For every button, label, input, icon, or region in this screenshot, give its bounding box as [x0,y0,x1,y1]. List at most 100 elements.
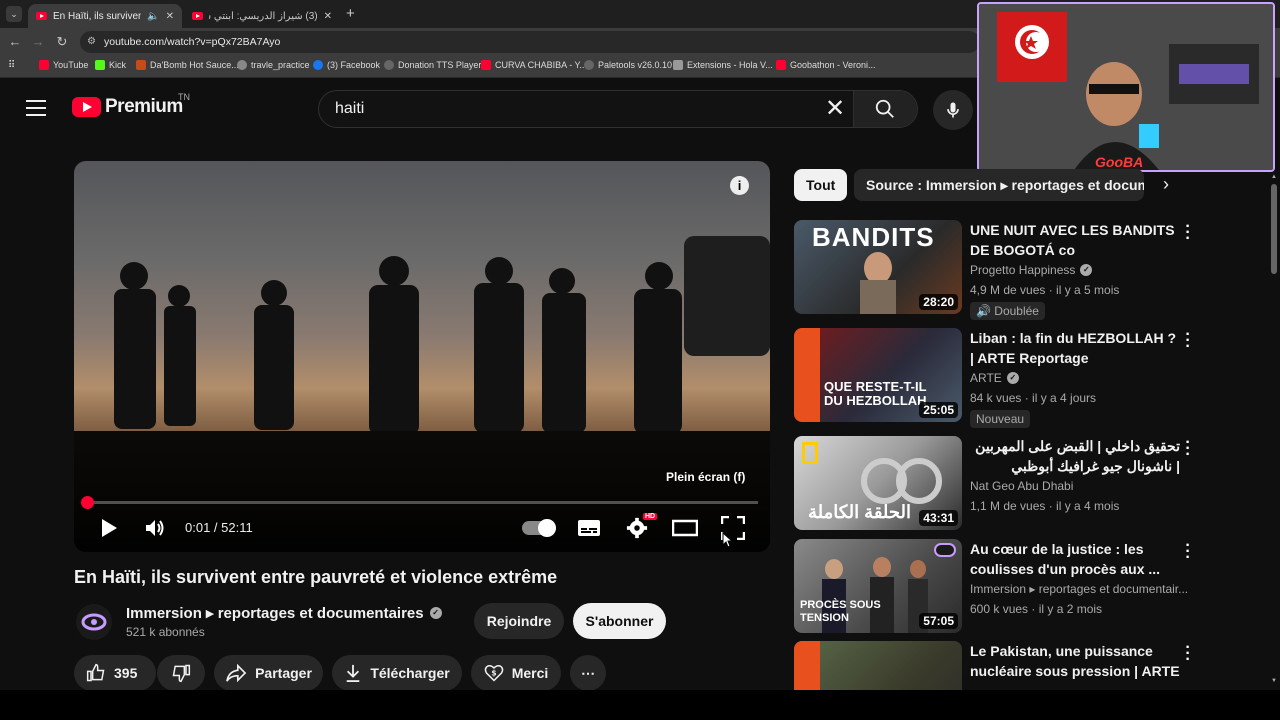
list-item[interactable]: Le Pakistan, une puissance nucléaire sou… [794,641,1204,690]
more-options-icon[interactable]: · · · [1182,641,1194,668]
scroll-down-icon[interactable]: ▼ [1271,678,1277,684]
immersion-logo-icon [81,613,107,631]
info-icon[interactable]: i [730,176,749,195]
play-icon[interactable] [100,518,118,538]
rec-title[interactable]: UNE NUIT AVEC LES BANDITS DE BOGOTÁ co [970,220,1180,260]
list-item[interactable]: QUE RESTE-T-IL DU HEZBOLLAH 25:05 Liban … [794,327,1204,428]
rec-channel-text: Progetto Happiness [970,263,1076,277]
scroll-thumb[interactable] [1271,184,1277,274]
tab-active[interactable]: En Haïti, ils survivent entre p 🔈 ✕ [28,4,182,28]
youtube-premium-logo[interactable]: Premium TN [72,92,190,118]
settings-gear-icon[interactable] [626,517,648,539]
thumbnail[interactable] [794,641,962,690]
thumbnail[interactable]: QUE RESTE-T-IL DU HEZBOLLAH 25:05 [794,328,962,422]
bookmark-facebook[interactable]: (3) Facebook [313,60,380,70]
scroll-up-icon[interactable]: ▲ [1271,174,1277,180]
share-button[interactable]: Partager [214,655,323,691]
bookmark-paletools[interactable]: Paletools v26.0.10 [584,60,672,70]
voice-search-button[interactable] [933,90,973,130]
chips-next-icon[interactable]: › [1163,174,1169,195]
bookmark-curva[interactable]: CURVA CHABIBA - Y... [481,60,587,70]
duration: 57:05 [919,613,958,629]
back-icon[interactable]: ← [7,34,23,50]
url-text: youtube.com/watch?v=pQx72BA7Ayo [104,36,281,48]
rec-title[interactable]: تحقيق داخلي | القبض على المهربين | ناشون… [970,436,1180,476]
thumbnail-text: PROCÈS SOUS TENSION [800,599,881,624]
rec-title[interactable]: Liban : la fin du HEZBOLLAH ? | ARTE Rep… [970,328,1180,368]
thumbnail[interactable]: BANDITS 28:20 [794,220,962,314]
search-button[interactable] [853,91,917,127]
subscribe-button[interactable]: S'abonner [573,603,666,639]
list-item[interactable]: الحلقة الكاملة 43:31 تحقيق داخلي | القبض… [794,435,1204,532]
url-field[interactable]: ⚙ youtube.com/watch?v=pQx72BA7Ayo [80,31,980,53]
page-scrollbar[interactable]: ▲ ▼ [1270,138,1278,690]
thanks-button[interactable]: $ Merci [471,655,561,691]
more-options-icon[interactable]: · · · [1182,219,1194,247]
join-button[interactable]: Rejoindre [474,603,564,639]
chip-source[interactable]: Source : Immersion ▸ reportages et docum… [854,169,1144,201]
rec-channel-text: Nat Geo Abu Dhabi [970,479,1074,493]
taskbar-strip [0,690,1280,720]
list-item[interactable]: BANDITS 28:20 UNE NUIT AVEC LES BANDITS … [794,219,1204,320]
rec-title[interactable]: Au cœur de la justice : les coulisses d'… [970,539,1180,579]
tab-close-icon[interactable]: ✕ [324,11,332,22]
bookmark-label: travle_practice [251,60,310,70]
clear-search-icon[interactable]: ✕ [825,97,845,121]
youtube-icon [39,60,49,70]
more-options-icon[interactable]: · · · [1182,327,1194,355]
tab-search-button[interactable]: ⌄ [6,6,22,22]
search-box[interactable]: haiti ✕ [318,90,918,128]
thanks-label: Merci [511,665,549,681]
channel-avatar[interactable] [76,604,112,640]
site-info-icon[interactable]: ⚙ [87,31,96,53]
heart-dollar-icon: $ [484,665,504,682]
forward-icon[interactable]: → [30,34,46,50]
rec-channel[interactable]: ARTE ✓ [970,371,1019,385]
search-input[interactable]: haiti [335,100,364,118]
thumbnail[interactable]: PROCÈS SOUS TENSION 57:05 [794,539,962,633]
bookmark-kick[interactable]: Kick [95,60,126,70]
tab-close-icon[interactable]: ✕ [166,11,174,22]
bookmark-travle[interactable]: travle_practice [237,60,310,70]
share-icon [226,663,247,683]
thumbnail[interactable]: الحلقة الكاملة 43:31 [794,436,962,530]
autoplay-toggle[interactable] [522,519,556,537]
dubbed-badge: 🔊 Doublée [970,302,1045,320]
youtube-logo-icon [72,97,101,117]
bookmark-goobathon[interactable]: Goobathon - Veroni... [776,60,876,70]
subtitles-icon[interactable] [577,519,601,537]
channel-name[interactable]: Immersion ▸ reportages et documentaires … [126,604,442,622]
rec-channel[interactable]: Nat Geo Abu Dhabi [970,479,1073,493]
rec-channel[interactable]: Progetto Happiness ✓ [970,263,1093,277]
chip-all[interactable]: Tout [794,169,848,201]
new-tab-button[interactable]: + [346,5,355,22]
reload-icon[interactable]: ↻ [54,34,70,50]
bookmark-extensions[interactable]: Extensions - Hola V... [673,60,773,70]
tab-inactive[interactable]: (3) شيراز الدريسي: ابنتي سارة ت... ✕ [184,4,340,28]
thumbnail-text: QUE RESTE-T-IL DU HEZBOLLAH [824,379,927,408]
tab-label: (3) شيراز الدريسي: ابنتي سارة ت... [209,10,318,22]
bookmark-donation-tts[interactable]: Donation TTS Player [384,60,481,70]
verified-icon: ✓ [429,607,442,619]
list-item[interactable]: PROCÈS SOUS TENSION 57:05 Au cœur de la … [794,538,1204,635]
menu-icon[interactable] [26,100,46,116]
download-button[interactable]: Télécharger [332,655,462,691]
like-button[interactable]: 395 [74,655,156,691]
more-options-icon[interactable]: · · · [1182,538,1194,566]
bookmark-dabomb[interactable]: Da'Bomb Hot Sauce... [136,60,239,70]
more-actions-button[interactable]: ⋯ [570,655,606,691]
video-player[interactable]: i Plein écran (f) 0:01 / 52:11 HD [74,161,770,552]
theater-mode-icon[interactable] [672,519,698,537]
rec-title[interactable]: Le Pakistan, une puissance nucléaire sou… [970,641,1180,681]
dislike-button[interactable] [157,655,205,691]
duration: 43:31 [919,510,958,526]
volume-icon[interactable] [144,518,166,538]
progress-bar[interactable] [81,496,758,509]
youtube-icon [481,60,491,70]
bookmark-label: Da'Bomb Hot Sauce... [150,60,239,70]
apps-icon[interactable]: ⠿ [8,60,15,71]
rec-channel[interactable]: Immersion ▸ reportages et documentair... [970,582,1188,596]
youtube-icon [776,60,786,70]
bookmark-youtube[interactable]: YouTube [39,60,88,70]
more-options-icon[interactable]: · · · [1182,435,1194,463]
